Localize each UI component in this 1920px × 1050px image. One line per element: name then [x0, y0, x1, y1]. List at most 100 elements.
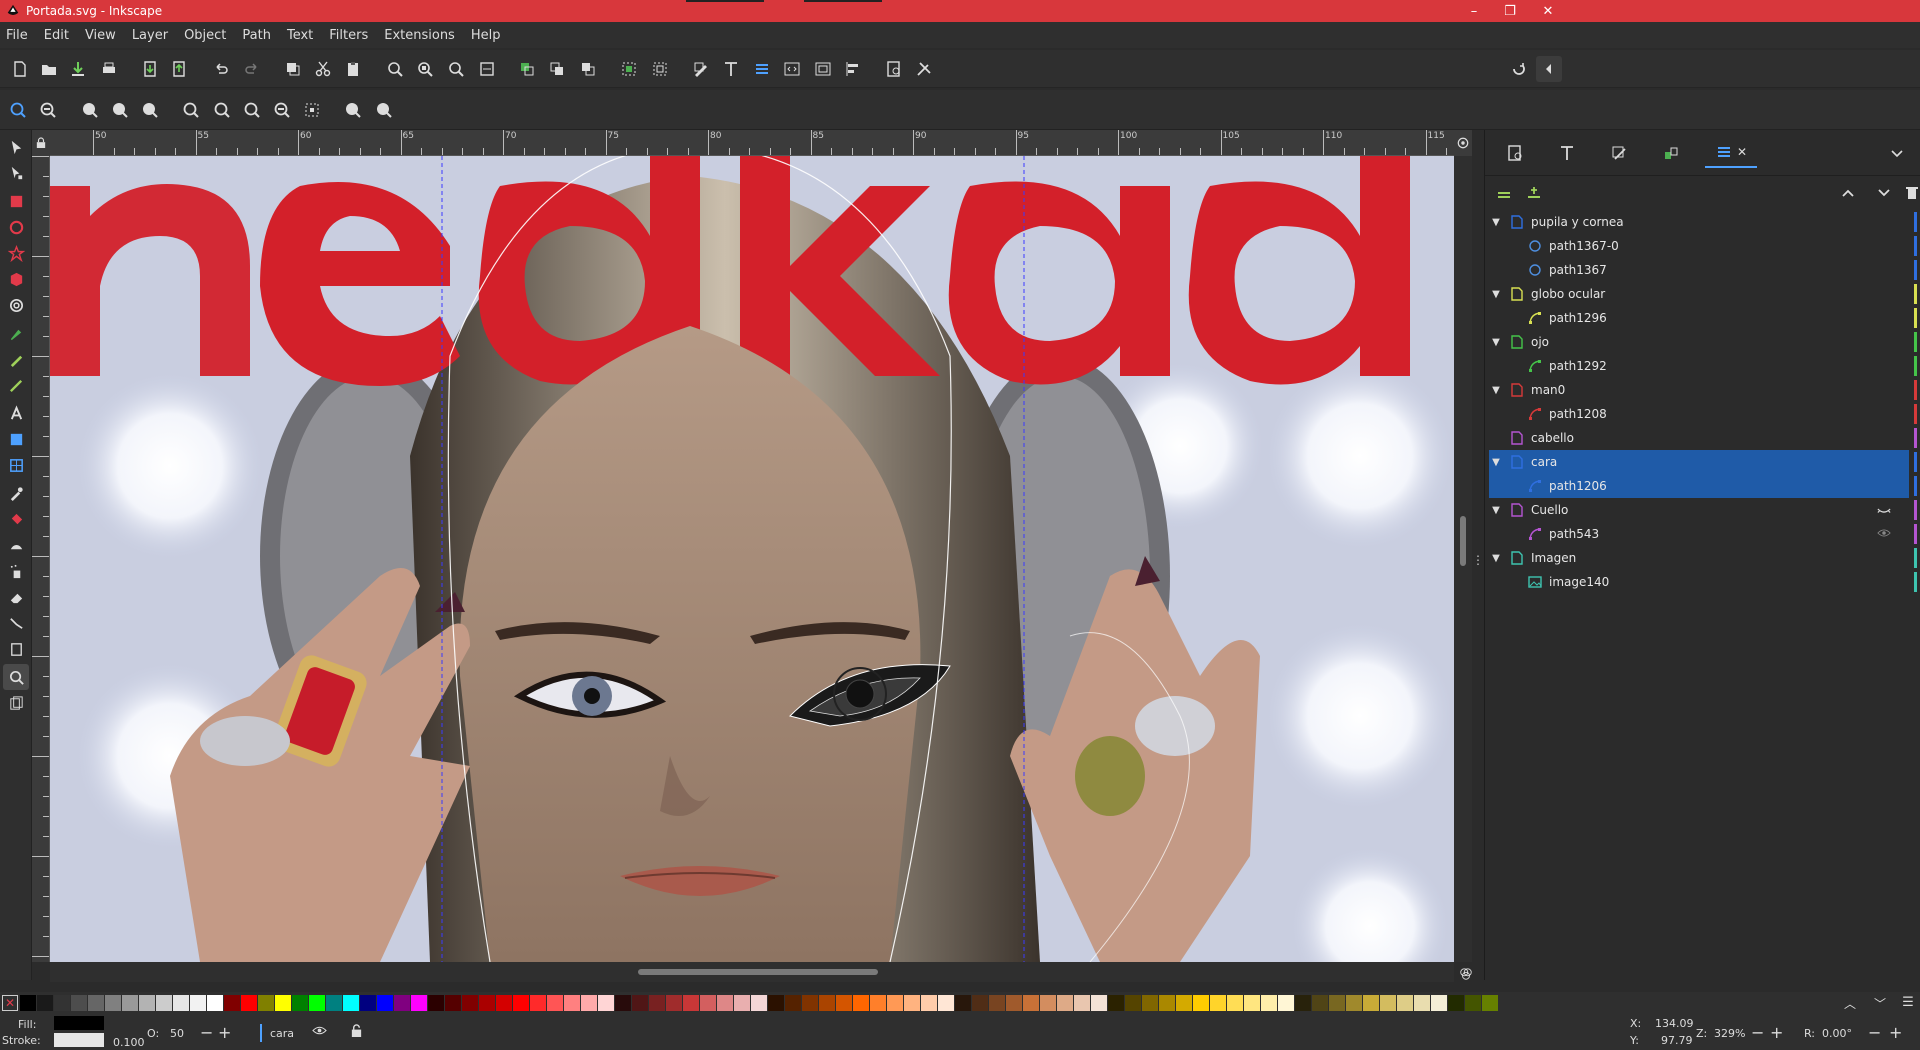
current-layer-name[interactable]: cara: [270, 1027, 294, 1040]
print-icon[interactable]: [96, 56, 122, 82]
selector-tool-icon[interactable]: [3, 134, 29, 160]
star-tool-icon[interactable]: [3, 240, 29, 266]
palette-swatch[interactable]: [1482, 995, 1498, 1011]
copy-icon[interactable]: [280, 56, 306, 82]
expand-triangle-icon[interactable]: ▼: [1489, 553, 1503, 564]
palette-swatch[interactable]: [156, 995, 172, 1011]
palette-swatch[interactable]: [1125, 995, 1141, 1011]
measure-tool-icon[interactable]: [3, 636, 29, 662]
spiral-tool-icon[interactable]: [3, 292, 29, 318]
palette-swatch[interactable]: [700, 995, 716, 1011]
expand-triangle-icon[interactable]: ▼: [1489, 385, 1503, 396]
palette-swatch[interactable]: [1346, 995, 1362, 1011]
spray-tool-icon[interactable]: [3, 558, 29, 584]
palette-swatch[interactable]: [1278, 995, 1294, 1011]
palette-swatch[interactable]: [1023, 995, 1039, 1011]
object-row-path1367[interactable]: path1367: [1489, 258, 1917, 282]
palette-swatch[interactable]: [122, 995, 138, 1011]
palette-swatch[interactable]: [462, 995, 478, 1011]
palette-swatch[interactable]: [1380, 995, 1396, 1011]
layer-row-cabello[interactable]: cabello: [1489, 426, 1917, 450]
palette-swatch[interactable]: [105, 995, 121, 1011]
palette-swatch[interactable]: [666, 995, 682, 1011]
palette-swatch[interactable]: [1210, 995, 1226, 1011]
palette-swatch[interactable]: [547, 995, 563, 1011]
palette-swatch[interactable]: [717, 995, 733, 1011]
palette-swatch[interactable]: [564, 995, 580, 1011]
palette-swatch[interactable]: [258, 995, 274, 1011]
object-row-image140[interactable]: image140: [1489, 570, 1917, 594]
panel-resize-handle[interactable]: ⋮: [1472, 545, 1484, 575]
rotate-value[interactable]: 0.00°: [1822, 1027, 1852, 1040]
menu-layer[interactable]: Layer: [124, 28, 176, 43]
palette-swatch[interactable]: [683, 995, 699, 1011]
palette-swatch[interactable]: [989, 995, 1005, 1011]
zoom-page-2-icon[interactable]: [239, 97, 265, 123]
palette-swatch[interactable]: [870, 995, 886, 1011]
tweak-tool-icon[interactable]: [3, 532, 29, 558]
palette-swatch[interactable]: [938, 995, 954, 1011]
palette-swatch[interactable]: [1227, 995, 1243, 1011]
palette-swatch[interactable]: [360, 995, 376, 1011]
zoom-previous-icon[interactable]: [340, 97, 366, 123]
zoom-page-width-icon[interactable]: [474, 56, 500, 82]
palette-swatch[interactable]: [1074, 995, 1090, 1011]
menu-filters[interactable]: Filters: [321, 28, 376, 43]
new-document-icon[interactable]: [7, 56, 33, 82]
layer-row-cara[interactable]: ▼ cara: [1489, 450, 1917, 474]
palette-swatch[interactable]: [836, 995, 852, 1011]
vertical-ruler[interactable]: [32, 156, 50, 962]
palette-swatch[interactable]: [1261, 995, 1277, 1011]
no-paint-swatch-icon[interactable]: ✕: [2, 995, 18, 1011]
palette-swatch[interactable]: [649, 995, 665, 1011]
rectangle-tool-icon[interactable]: [3, 188, 29, 214]
expand-triangle-icon[interactable]: ▼: [1489, 289, 1503, 300]
palette-swatch[interactable]: [309, 995, 325, 1011]
layer-row-imagen[interactable]: ▼ Imagen: [1489, 546, 1917, 570]
objects-icon[interactable]: [810, 56, 836, 82]
palette-swatch[interactable]: [768, 995, 784, 1011]
palette-swatch[interactable]: [513, 995, 529, 1011]
palette-swatch[interactable]: [1091, 995, 1107, 1011]
palette-swatch[interactable]: [1006, 995, 1022, 1011]
zoom-out-icon[interactable]: [35, 97, 61, 123]
zoom-tool-icon[interactable]: [3, 664, 29, 690]
palette-swatch[interactable]: [751, 995, 767, 1011]
palette-swatch[interactable]: [1193, 995, 1209, 1011]
zoom-drawing-2-icon[interactable]: [209, 97, 235, 123]
tab-fill-stroke[interactable]: [1601, 138, 1637, 168]
close-window-button[interactable]: ✕: [1526, 0, 1570, 22]
palette-swatch[interactable]: [241, 995, 257, 1011]
visibility-eye-icon[interactable]: [1877, 526, 1891, 543]
open-folder-icon[interactable]: [36, 56, 62, 82]
color-manage-icon[interactable]: [1454, 962, 1478, 986]
layer-row-man0[interactable]: ▼ man0: [1489, 378, 1917, 402]
zoom-selection-2-icon[interactable]: [178, 97, 204, 123]
palette-swatch[interactable]: [1448, 995, 1464, 1011]
layer-row-pupila-y-cornea[interactable]: ▼ pupila y cornea: [1489, 210, 1917, 234]
ungroup-icon[interactable]: [647, 56, 673, 82]
menu-extensions[interactable]: Extensions: [376, 28, 463, 43]
tab-document-properties[interactable]: [1497, 138, 1533, 168]
palette-swatch[interactable]: [88, 995, 104, 1011]
palette-swatch[interactable]: [853, 995, 869, 1011]
zoom-value[interactable]: 329%: [1714, 1027, 1745, 1040]
drawing-canvas[interactable]: [50, 156, 1454, 962]
palette-swatch[interactable]: [428, 995, 444, 1011]
vertical-scroll-thumb[interactable]: [1460, 516, 1466, 566]
stroke-width-value[interactable]: 0.100: [113, 1036, 145, 1049]
palette-swatch[interactable]: [904, 995, 920, 1011]
zoom-1-1-icon[interactable]: [77, 97, 103, 123]
paint-bucket-tool-icon[interactable]: [3, 506, 29, 532]
tab-text-font[interactable]: [1549, 138, 1585, 168]
artwork-image[interactable]: [50, 156, 1454, 962]
ruler-lock-icon[interactable]: [32, 130, 50, 156]
palette-swatch[interactable]: [581, 995, 597, 1011]
layers-icon[interactable]: [749, 56, 775, 82]
menu-path[interactable]: Path: [234, 28, 279, 43]
zoom-in-icon[interactable]: [5, 97, 31, 123]
palette-swatch[interactable]: [530, 995, 546, 1011]
expand-triangle-icon[interactable]: ▼: [1489, 505, 1503, 516]
eraser-tool-icon[interactable]: [3, 584, 29, 610]
palette-swatch[interactable]: [411, 995, 427, 1011]
